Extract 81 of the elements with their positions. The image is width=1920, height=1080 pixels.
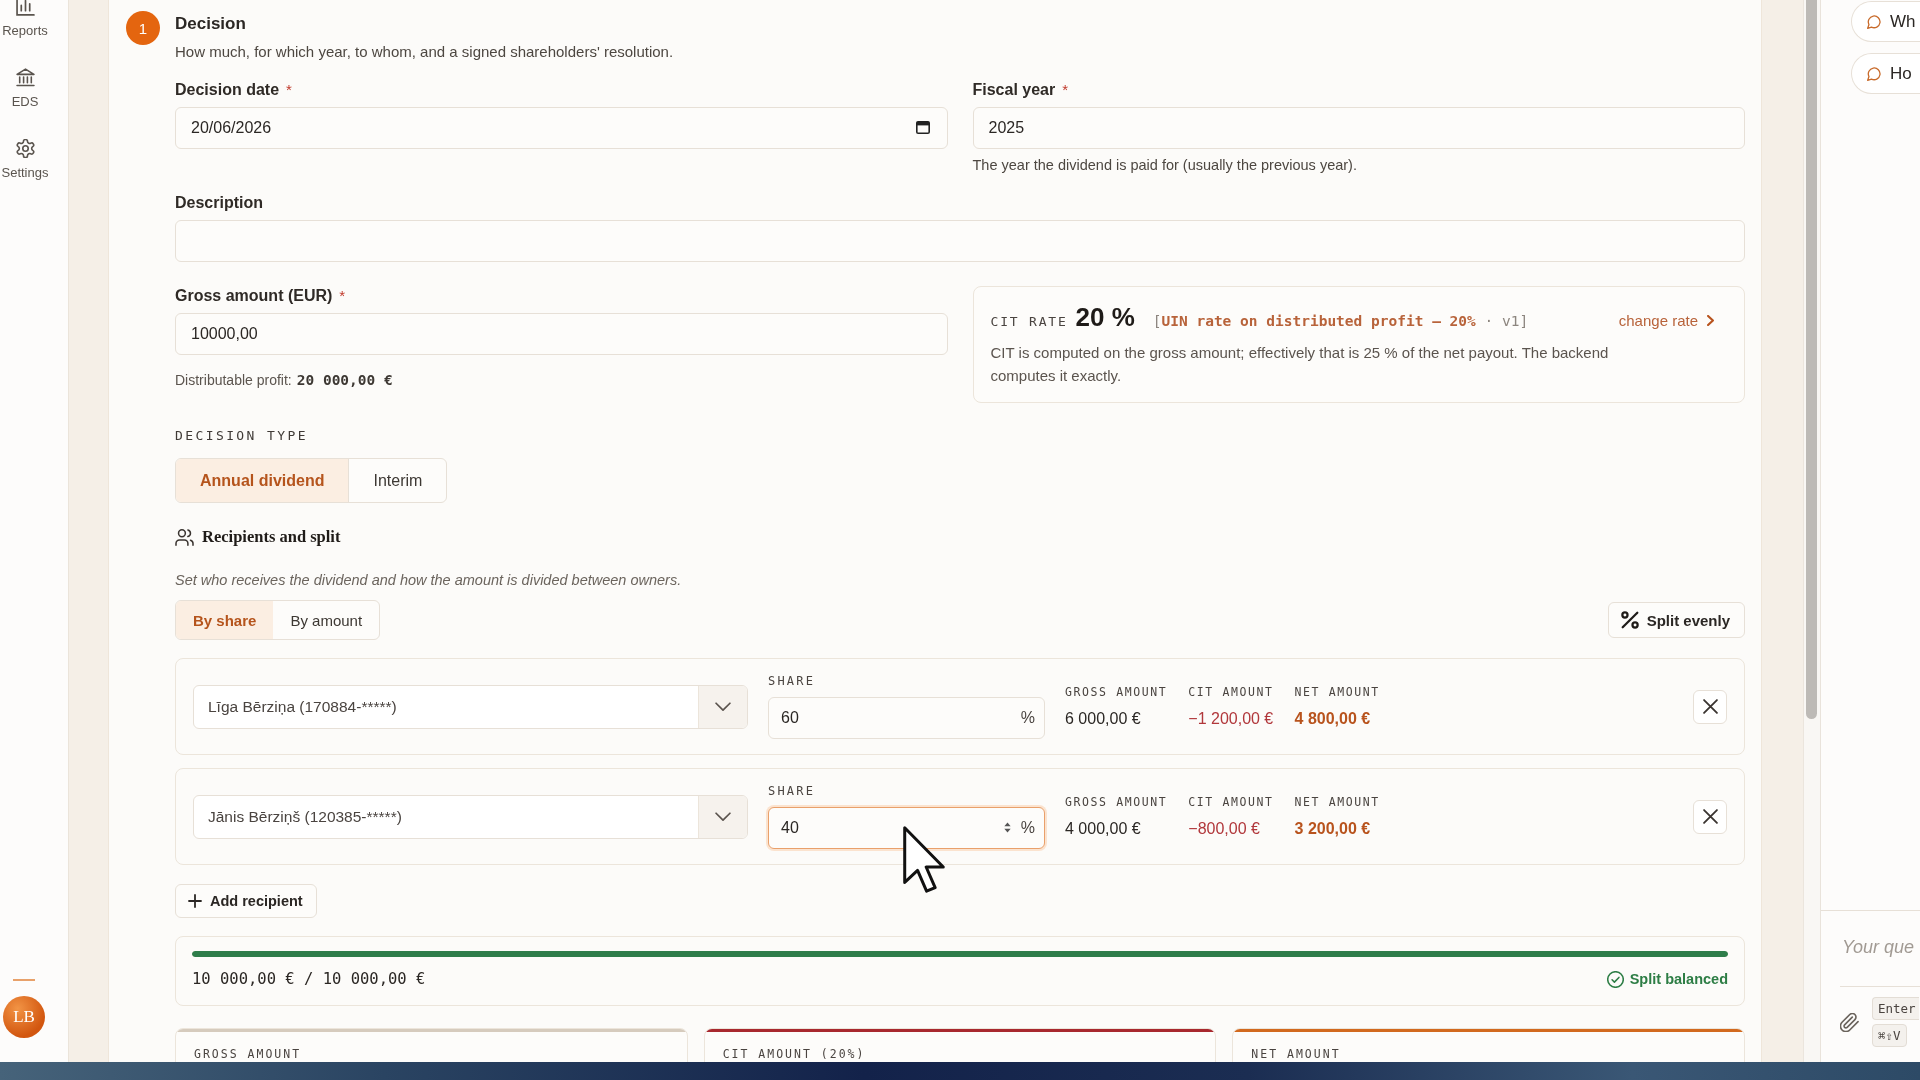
required-mark: * <box>339 286 346 306</box>
amount-label: GROSS AMOUNT <box>1065 794 1168 809</box>
paperclip-icon[interactable] <box>1840 1012 1859 1032</box>
nav-item[interactable]: Reports <box>0 0 50 39</box>
nav-item[interactable]: EDS <box>0 68 50 110</box>
add-recipient-button[interactable]: Add recipient <box>175 884 317 918</box>
cit-rate-value: 20 % <box>1075 302 1135 333</box>
cit-amount-value: −1 200,00 € <box>1188 708 1274 729</box>
section-label: DECISION TYPE <box>175 427 308 445</box>
unit-label: % <box>1020 708 1035 728</box>
users-icon <box>175 528 194 546</box>
summary-label: NET AMOUNT <box>1251 1048 1341 1061</box>
suggestion-chip[interactable]: Ho <box>1851 53 1920 94</box>
question-input[interactable]: Your que <box>1840 911 1920 987</box>
decision-type-option[interactable]: Annual dividend <box>176 459 349 502</box>
percent-icon <box>1620 611 1639 629</box>
calendar-icon[interactable] <box>915 121 930 134</box>
shortcut-key: Enter <box>1872 997 1919 1020</box>
unit-label: % <box>1020 818 1035 838</box>
section-title: Recipients and split <box>202 527 341 547</box>
balance-total: 10 000,00 € / 10 000,00 € <box>192 970 426 988</box>
balance-status: Split balanced <box>1629 971 1728 987</box>
field-hint: The year the dividend is paid for (usually the previous year). <box>972 156 1357 175</box>
step-badge: 1 <box>126 11 160 45</box>
suggestion-chip[interactable]: Wh <box>1851 1 1920 42</box>
required-mark: * <box>286 80 292 100</box>
chevron-down-icon <box>715 701 731 712</box>
shortcut-key: ⌘⇧V <box>1872 1024 1907 1047</box>
net-amount-value: 4 800,00 € <box>1294 708 1371 729</box>
profit-value: 20 000,00 € <box>296 371 393 390</box>
net-amount-value: 3 200,00 € <box>1294 818 1371 839</box>
field-label: SHARE <box>768 674 816 688</box>
split-mode-tab[interactable]: By amount <box>273 601 380 639</box>
gross-amount-field[interactable]: 10000,00 <box>175 313 948 355</box>
bank-icon <box>15 68 35 87</box>
field-label: Gross amount (EUR) <box>175 286 333 306</box>
step-subtitle: How much, for which year, to whom, and a signed shareholders' resolution. <box>175 42 674 62</box>
date-field[interactable]: 20/06/2026 <box>175 107 948 149</box>
amount-label: CIT AMOUNT <box>1188 684 1274 699</box>
decision-type-option[interactable]: Interim <box>348 459 447 502</box>
split-evenly-button[interactable]: Split evenly <box>1607 602 1745 638</box>
gross-amount-value: 4 000,00 € <box>1065 818 1141 839</box>
cit-amount-value: −800,00 € <box>1188 818 1260 839</box>
required-mark: * <box>1062 80 1069 100</box>
remove-button[interactable] <box>1693 689 1727 724</box>
change-rate-link[interactable]: change rate <box>1618 312 1714 329</box>
close-icon <box>1702 699 1718 714</box>
amount-label: GROSS AMOUNT <box>1065 684 1168 699</box>
step-title: Decision <box>175 13 246 35</box>
chevron-right-icon <box>1707 315 1714 326</box>
recipient-select[interactable]: Līga Bērziņa (170884-*****) <box>193 684 748 729</box>
gross-amount-value: 6 000,00 € <box>1065 708 1141 729</box>
bar-chart-icon <box>15 0 35 16</box>
plus-icon <box>188 894 202 908</box>
field-label: Decision date <box>175 80 280 100</box>
cit-label: CIT RATE <box>990 314 1068 329</box>
nav-item[interactable]: Settings <box>0 139 50 181</box>
amount-label: NET AMOUNT <box>1294 794 1380 809</box>
spinner-arrows-icon[interactable] <box>1003 820 1012 835</box>
field-label: SHARE <box>768 784 816 798</box>
description-field[interactable] <box>175 220 1745 262</box>
section-description: Set who receives the dividend and how the amount is divided between owners. <box>175 571 682 590</box>
remove-button[interactable] <box>1693 799 1727 834</box>
field-label: Description <box>175 193 263 213</box>
cit-note: CIT is computed on the gross amount; effectively that is 25 % of the net payout. The backend computes it exactly. <box>990 343 1610 386</box>
close-icon <box>1702 809 1718 824</box>
gear-icon <box>15 139 35 158</box>
summary-label: CIT AMOUNT (20%) <box>722 1048 866 1061</box>
field-label: Fiscal year <box>972 80 1056 100</box>
amount-label: CIT AMOUNT <box>1188 794 1274 809</box>
scrollbar-thumb[interactable] <box>1806 0 1817 719</box>
summary-label: GROSS AMOUNT <box>194 1048 302 1061</box>
chat-bubble-icon <box>1867 66 1881 81</box>
recipient-select[interactable]: Jānis Bērziņš (120385-*****) <box>193 794 748 839</box>
chevron-down-icon <box>715 811 731 822</box>
hint-label: Distributable profit: <box>175 371 292 390</box>
chat-bubble-icon <box>1867 14 1881 29</box>
amount-label: NET AMOUNT <box>1294 684 1380 699</box>
split-mode-tab[interactable]: By share <box>176 601 274 639</box>
fiscal-year-field[interactable]: 2025 <box>972 107 1745 149</box>
rate-source: [UIN rate on distributed profit — 20% · v1] <box>1152 313 1529 329</box>
